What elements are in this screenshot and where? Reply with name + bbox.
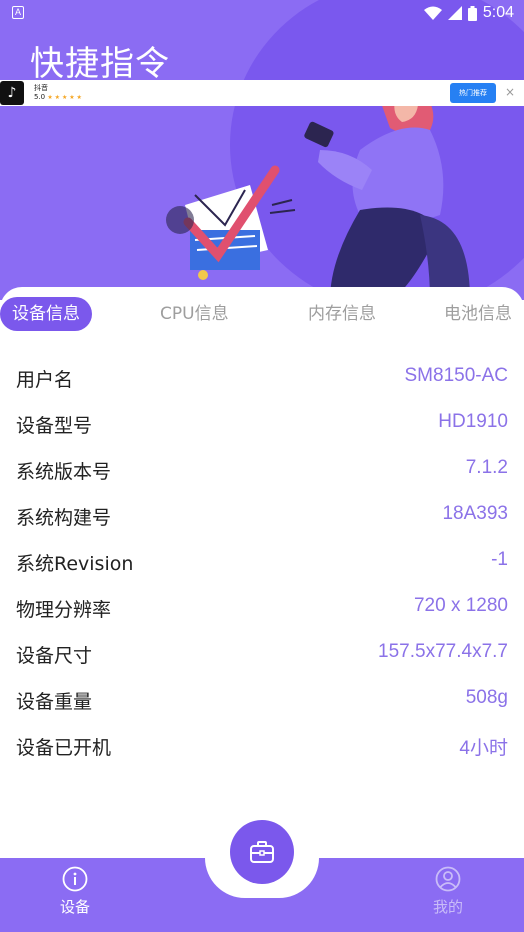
info-value: -1 <box>491 549 508 570</box>
info-value: 720 x 1280 <box>413 595 508 616</box>
info-label: 系统版本号 <box>16 461 112 483</box>
info-value: HD1910 <box>438 411 508 432</box>
info-label: 系统Revision <box>16 553 134 575</box>
info-value: 508g <box>465 687 508 708</box>
info-label: 设备重量 <box>16 691 93 713</box>
info-label: 设备型号 <box>16 415 93 437</box>
status-bar: A 5:04 <box>0 0 524 28</box>
user-circle-icon <box>435 866 461 892</box>
close-icon[interactable]: × <box>502 84 518 100</box>
signal-icon <box>447 6 462 20</box>
ad-banner[interactable]: ♪ 抖音 5.0 ★ ★ ★ ★ ★ 热门推荐 × <box>0 80 524 106</box>
ad-app-name: 抖音 <box>34 84 48 92</box>
nav-mine[interactable]: 我的 <box>408 866 488 917</box>
list-item: 设备尺寸 157.5x77.4x7.7 <box>0 631 524 677</box>
person-illustration <box>304 81 470 300</box>
device-info-list: 用户名 SM8150-AC 设备型号 HD1910 系统版本号 7.1.2 系统… <box>0 355 524 769</box>
info-label: 设备尺寸 <box>16 645 93 667</box>
nav-mine-label: 我的 <box>432 898 463 916</box>
ad-action-button[interactable]: 热门推荐 <box>450 83 496 103</box>
nav-device[interactable]: 设备 <box>35 866 115 917</box>
tab-bar: 设备信息 CPU信息 内存信息 电池信息 <box>0 297 524 333</box>
info-label: 系统构建号 <box>16 507 112 529</box>
star-rating-icon: ★ ★ ★ ★ ★ <box>47 94 82 101</box>
list-item: 用户名 SM8150-AC <box>0 355 524 401</box>
info-circle-icon <box>62 866 88 892</box>
clock: 5:04 <box>482 4 514 21</box>
page-title: 快捷指令 <box>30 44 170 84</box>
ad-rating: 5.0 <box>34 93 46 101</box>
info-label: 用户名 <box>16 369 74 391</box>
tab-memory-info[interactable]: 内存信息 <box>308 297 376 331</box>
tab-cpu-info[interactable]: CPU信息 <box>160 297 229 331</box>
toolbox-button[interactable] <box>230 820 294 884</box>
list-item: 设备重量 508g <box>0 677 524 723</box>
list-item: 系统版本号 7.1.2 <box>0 447 524 493</box>
info-value: 7.1.2 <box>465 457 508 478</box>
toolbox-icon <box>250 841 274 863</box>
list-item: 设备型号 HD1910 <box>0 401 524 447</box>
info-value: 4小时 <box>459 738 508 759</box>
info-value: 157.5x77.4x7.7 <box>378 641 508 662</box>
list-item: 系统Revision -1 <box>0 539 524 585</box>
checklist-illustration <box>166 165 296 280</box>
wifi-icon <box>423 6 442 20</box>
nav-device-label: 设备 <box>59 898 90 916</box>
tab-device-info[interactable]: 设备信息 <box>0 297 92 331</box>
tab-battery-info[interactable]: 电池信息 <box>444 297 512 331</box>
tiktok-logo-icon: ♪ <box>0 81 24 105</box>
ad-text: 抖音 5.0 ★ ★ ★ ★ ★ <box>34 84 82 102</box>
info-label: 设备已开机 <box>16 737 112 759</box>
hero-banner: A 5:04 快捷指令 <box>0 0 524 300</box>
list-item: 系统构建号 18A393 <box>0 493 524 539</box>
info-value: 18A393 <box>442 503 508 524</box>
list-item: 设备已开机 4小时 <box>0 723 524 769</box>
battery-icon <box>467 5 477 21</box>
info-value: SM8150-AC <box>404 365 509 386</box>
notification-a-icon: A <box>12 6 24 19</box>
info-label: 物理分辨率 <box>16 599 112 621</box>
list-item: 物理分辨率 720 x 1280 <box>0 585 524 631</box>
info-panel: 设备信息 CPU信息 内存信息 电池信息 用户名 SM8150-AC 设备型号 … <box>0 287 524 859</box>
